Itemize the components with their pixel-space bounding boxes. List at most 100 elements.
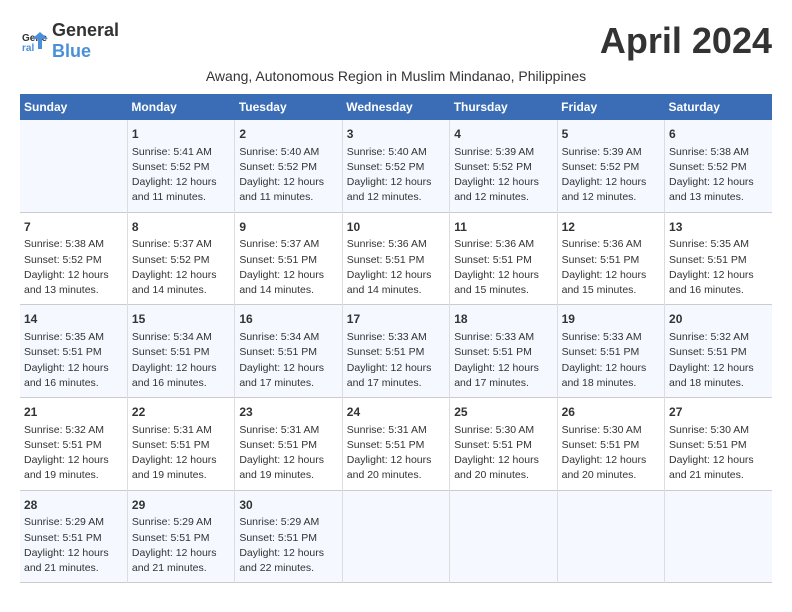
cell-content: Sunrise: 5:30 AM Sunset: 5:51 PM Dayligh… — [562, 423, 660, 484]
logo-icon: Gene ral — [20, 27, 48, 55]
calendar-cell: 27Sunrise: 5:30 AM Sunset: 5:51 PM Dayli… — [665, 398, 772, 491]
logo: Gene ral General Blue — [20, 20, 119, 62]
cell-content: Sunrise: 5:37 AM Sunset: 5:52 PM Dayligh… — [132, 237, 230, 298]
month-title: April 2024 — [600, 20, 772, 62]
cell-content: Sunrise: 5:39 AM Sunset: 5:52 PM Dayligh… — [562, 145, 660, 206]
day-number: 20 — [669, 311, 768, 328]
day-number: 13 — [669, 219, 768, 236]
cell-content: Sunrise: 5:38 AM Sunset: 5:52 PM Dayligh… — [669, 145, 768, 206]
day-number: 2 — [239, 126, 337, 143]
day-number: 10 — [347, 219, 445, 236]
calendar-cell — [557, 490, 664, 583]
day-number: 19 — [562, 311, 660, 328]
calendar-cell: 25 Sunrise: 5:30 AM Sunset: 5:51 PM Dayli… — [450, 398, 557, 491]
week-row-2: 7Sunrise: 5:38 AM Sunset: 5:52 PM Daylig… — [20, 212, 772, 305]
calendar-cell: 26 Sunrise: 5:30 AM Sunset: 5:51 PM Dayli… — [557, 398, 664, 491]
calendar-cell: 11Sunrise: 5:36 AM Sunset: 5:51 PM Dayli… — [450, 212, 557, 305]
calendar-cell: 17 Sunrise: 5:33 AM Sunset: 5:51 PM Dayli… — [342, 305, 449, 398]
calendar-cell: 1Sunrise: 5:41 AM Sunset: 5:52 PM Daylig… — [127, 120, 234, 212]
calendar-body: 1Sunrise: 5:41 AM Sunset: 5:52 PM Daylig… — [20, 120, 772, 583]
cell-content: Sunrise: 5:32 AM Sunset: 5:51 PM Dayligh… — [24, 423, 123, 484]
cell-content: Sunrise: 5:38 AM Sunset: 5:52 PM Dayligh… — [24, 237, 123, 298]
calendar-cell: 2 Sunrise: 5:40 AM Sunset: 5:52 PM Daylig… — [235, 120, 342, 212]
calendar-cell: 18 Sunrise: 5:33 AM Sunset: 5:51 PM Dayli… — [450, 305, 557, 398]
day-number: 9 — [239, 219, 337, 236]
page-header: Gene ral General Blue April 2024 — [20, 20, 772, 62]
weekday-header-sunday: Sunday — [20, 94, 127, 120]
cell-content: Sunrise: 5:35 AM Sunset: 5:51 PM Dayligh… — [24, 330, 123, 391]
cell-content: Sunrise: 5:40 AM Sunset: 5:52 PM Dayligh… — [347, 145, 445, 206]
cell-content: Sunrise: 5:34 AM Sunset: 5:51 PM Dayligh… — [239, 330, 337, 391]
cell-content: Sunrise: 5:30 AM Sunset: 5:51 PM Dayligh… — [454, 423, 552, 484]
cell-content: Sunrise: 5:29 AM Sunset: 5:51 PM Dayligh… — [239, 515, 337, 576]
weekday-header-wednesday: Wednesday — [342, 94, 449, 120]
weekday-header-friday: Friday — [557, 94, 664, 120]
day-number: 11 — [454, 219, 552, 236]
day-number: 30 — [239, 497, 337, 514]
day-number: 22 — [132, 404, 230, 421]
cell-content: Sunrise: 5:29 AM Sunset: 5:51 PM Dayligh… — [132, 515, 230, 576]
day-number: 28 — [24, 497, 123, 514]
day-number: 8 — [132, 219, 230, 236]
calendar-cell: 16Sunrise: 5:34 AM Sunset: 5:51 PM Dayli… — [235, 305, 342, 398]
day-number: 29 — [132, 497, 230, 514]
logo-general-text: General — [52, 20, 119, 40]
calendar-cell: 8Sunrise: 5:37 AM Sunset: 5:52 PM Daylig… — [127, 212, 234, 305]
calendar-cell: 5 Sunrise: 5:39 AM Sunset: 5:52 PM Daylig… — [557, 120, 664, 212]
week-row-3: 14Sunrise: 5:35 AM Sunset: 5:51 PM Dayli… — [20, 305, 772, 398]
cell-content: Sunrise: 5:39 AM Sunset: 5:52 PM Dayligh… — [454, 145, 552, 206]
calendar-cell: 7Sunrise: 5:38 AM Sunset: 5:52 PM Daylig… — [20, 212, 127, 305]
cell-content: Sunrise: 5:31 AM Sunset: 5:51 PM Dayligh… — [347, 423, 445, 484]
cell-content: Sunrise: 5:32 AM Sunset: 5:51 PM Dayligh… — [669, 330, 768, 391]
cell-content: Sunrise: 5:40 AM Sunset: 5:52 PM Dayligh… — [239, 145, 337, 206]
calendar-cell: 29Sunrise: 5:29 AM Sunset: 5:51 PM Dayli… — [127, 490, 234, 583]
calendar-cell — [665, 490, 772, 583]
day-number: 18 — [454, 311, 552, 328]
cell-content: Sunrise: 5:37 AM Sunset: 5:51 PM Dayligh… — [239, 237, 337, 298]
svg-text:ral: ral — [22, 43, 34, 54]
cell-content: Sunrise: 5:33 AM Sunset: 5:51 PM Dayligh… — [347, 330, 445, 391]
calendar-cell: 22 Sunrise: 5:31 AM Sunset: 5:51 PM Dayli… — [127, 398, 234, 491]
cell-content: Sunrise: 5:35 AM Sunset: 5:51 PM Dayligh… — [669, 237, 768, 298]
day-number: 21 — [24, 404, 123, 421]
week-row-5: 28Sunrise: 5:29 AM Sunset: 5:51 PM Dayli… — [20, 490, 772, 583]
calendar-cell: 9Sunrise: 5:37 AM Sunset: 5:51 PM Daylig… — [235, 212, 342, 305]
cell-content: Sunrise: 5:29 AM Sunset: 5:51 PM Dayligh… — [24, 515, 123, 576]
day-number: 25 — [454, 404, 552, 421]
calendar-cell: 24Sunrise: 5:31 AM Sunset: 5:51 PM Dayli… — [342, 398, 449, 491]
calendar-cell: 10Sunrise: 5:36 AM Sunset: 5:51 PM Dayli… — [342, 212, 449, 305]
cell-content: Sunrise: 5:36 AM Sunset: 5:51 PM Dayligh… — [347, 237, 445, 298]
cell-content: Sunrise: 5:31 AM Sunset: 5:51 PM Dayligh… — [132, 423, 230, 484]
cell-content: Sunrise: 5:36 AM Sunset: 5:51 PM Dayligh… — [562, 237, 660, 298]
calendar-cell: 3 Sunrise: 5:40 AM Sunset: 5:52 PM Daylig… — [342, 120, 449, 212]
calendar-cell: 21 Sunrise: 5:32 AM Sunset: 5:51 PM Dayli… — [20, 398, 127, 491]
calendar-cell: 14Sunrise: 5:35 AM Sunset: 5:51 PM Dayli… — [20, 305, 127, 398]
week-row-4: 21 Sunrise: 5:32 AM Sunset: 5:51 PM Dayli… — [20, 398, 772, 491]
cell-content: Sunrise: 5:33 AM Sunset: 5:51 PM Dayligh… — [454, 330, 552, 391]
weekday-header-monday: Monday — [127, 94, 234, 120]
calendar-cell: 20 Sunrise: 5:32 AM Sunset: 5:51 PM Dayli… — [665, 305, 772, 398]
cell-content: Sunrise: 5:31 AM Sunset: 5:51 PM Dayligh… — [239, 423, 337, 484]
day-number: 3 — [347, 126, 445, 143]
calendar-cell: 23 Sunrise: 5:31 AM Sunset: 5:51 PM Dayli… — [235, 398, 342, 491]
day-number: 27 — [669, 404, 768, 421]
day-number: 12 — [562, 219, 660, 236]
calendar-cell: 4Sunrise: 5:39 AM Sunset: 5:52 PM Daylig… — [450, 120, 557, 212]
calendar-cell: 19Sunrise: 5:33 AM Sunset: 5:51 PM Dayli… — [557, 305, 664, 398]
day-number: 6 — [669, 126, 768, 143]
calendar-header: SundayMondayTuesdayWednesdayThursdayFrid… — [20, 94, 772, 120]
weekday-header-row: SundayMondayTuesdayWednesdayThursdayFrid… — [20, 94, 772, 120]
day-number: 15 — [132, 311, 230, 328]
calendar-cell: 6 Sunrise: 5:38 AM Sunset: 5:52 PM Daylig… — [665, 120, 772, 212]
weekday-header-saturday: Saturday — [665, 94, 772, 120]
cell-content: Sunrise: 5:34 AM Sunset: 5:51 PM Dayligh… — [132, 330, 230, 391]
logo-blue-text: Blue — [52, 41, 91, 61]
calendar-cell: 12Sunrise: 5:36 AM Sunset: 5:51 PM Dayli… — [557, 212, 664, 305]
day-number: 26 — [562, 404, 660, 421]
day-number: 17 — [347, 311, 445, 328]
day-number: 23 — [239, 404, 337, 421]
logo-wordmark: General Blue — [52, 20, 119, 62]
calendar-cell — [20, 120, 127, 212]
day-number: 5 — [562, 126, 660, 143]
week-row-1: 1Sunrise: 5:41 AM Sunset: 5:52 PM Daylig… — [20, 120, 772, 212]
